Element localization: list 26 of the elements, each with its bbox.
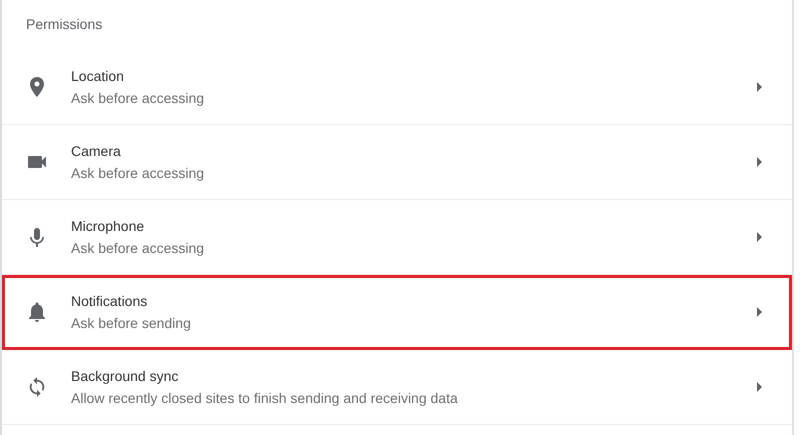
permission-status: Allow recently closed sites to finish sending and receiving data: [71, 390, 459, 406]
permission-row[interactable]: Microphone Ask before accessing: [2, 200, 792, 275]
permission-status: Ask before accessing: [71, 240, 206, 256]
permission-row[interactable]: Background sync Allow recently closed sites to finish sending and receiving data: [2, 350, 792, 425]
section-title: Permissions: [25, 15, 104, 34]
permission-row[interactable]: Notifications Ask before sending: [2, 275, 792, 350]
sync-icon: [28, 377, 44, 397]
arrow-right-icon: [757, 232, 762, 242]
permission-status: Ask before accessing: [71, 165, 206, 181]
microphone-icon: [30, 228, 44, 246]
permission-title: Background sync: [71, 368, 180, 384]
location-pin-icon: [30, 77, 44, 97]
permission-status: Ask before sending: [71, 315, 192, 331]
permission-title: Location: [71, 68, 125, 84]
arrow-right-icon: [757, 157, 762, 167]
arrow-right-icon: [757, 307, 762, 317]
permission-title: Camera: [71, 143, 122, 159]
bell-icon: [28, 302, 44, 322]
permission-title: Notifications: [71, 293, 148, 309]
arrow-right-icon: [757, 382, 762, 392]
video-camera-icon: [28, 156, 46, 168]
permission-row[interactable]: Camera Ask before accessing: [2, 125, 792, 200]
arrow-right-icon: [757, 82, 762, 92]
permission-row[interactable]: Location Ask before accessing: [2, 50, 792, 125]
permission-status: Ask before accessing: [71, 90, 206, 106]
permission-title: Microphone: [71, 218, 146, 234]
